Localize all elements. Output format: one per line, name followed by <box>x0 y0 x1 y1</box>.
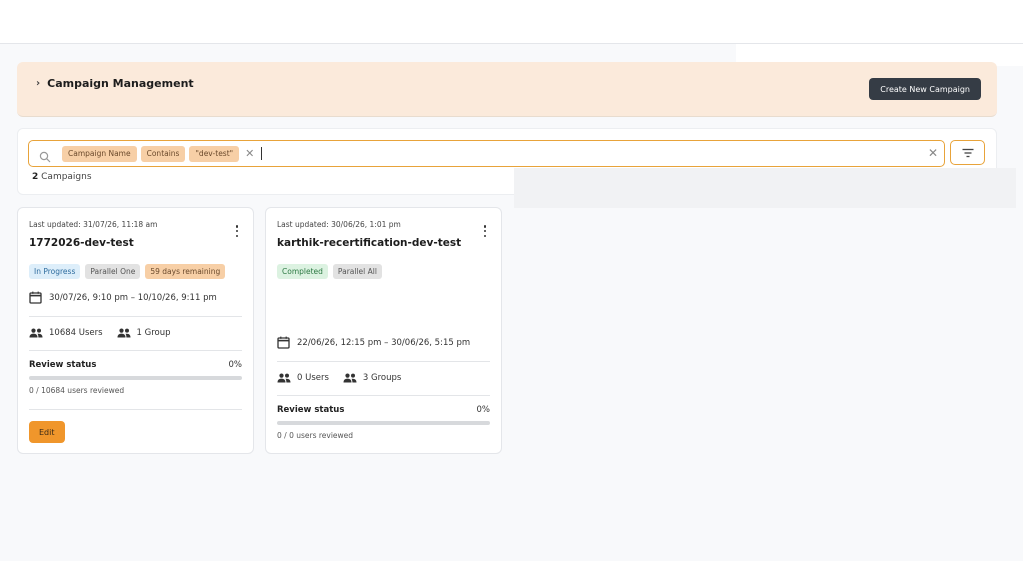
mode-badge: Parallel One <box>85 264 141 279</box>
page-title-group[interactable]: › Campaign Management <box>36 77 194 90</box>
filter-icon <box>962 148 973 157</box>
users-count-text: 10684 Users <box>49 328 103 338</box>
divider <box>29 409 242 410</box>
mode-badge: Parallel All <box>332 264 382 279</box>
last-updated: Last updated: 30/06/26, 1:01 pm <box>277 220 401 229</box>
campaign-card[interactable]: Last updated: 31/07/26, 11:18 am 1772026… <box>17 207 254 454</box>
calendar-icon <box>277 336 290 349</box>
users-icon <box>277 373 291 383</box>
last-updated: Last updated: 31/07/26, 11:18 am <box>29 220 158 229</box>
review-status-label: Review status <box>29 360 97 370</box>
date-range-text: 30/07/26, 9:10 pm – 10/10/26, 9:11 pm <box>49 292 217 303</box>
remaining-badge: 59 days remaining <box>145 264 226 279</box>
clear-search-icon[interactable]: ✕ <box>928 146 938 160</box>
more-options-icon[interactable] <box>234 225 240 237</box>
audience-row: 10684 Users 1 Group <box>29 328 185 338</box>
groups-count-text: 3 Groups <box>362 373 402 383</box>
results-count-number: 2 <box>32 172 39 182</box>
groups-icon <box>343 373 357 383</box>
filter-chip-value[interactable]: "dev-test" <box>189 145 240 162</box>
review-progress-bar <box>277 421 490 425</box>
badge-row: Completed Parallel All <box>277 264 382 279</box>
groups-count-text: 1 Group <box>136 328 171 338</box>
divider <box>277 395 490 396</box>
divider <box>29 350 242 351</box>
chevron-right-icon[interactable]: › <box>36 78 40 89</box>
campaign-name: karthik-recertification-dev-test <box>277 237 462 249</box>
page-header: › Campaign Management Create New Campaig… <box>17 62 997 117</box>
divider <box>277 361 490 362</box>
date-range: 22/06/26, 12:15 pm – 30/06/26, 5:15 pm <box>277 336 470 349</box>
results-count-label: Campaigns <box>41 172 92 182</box>
gray-overlay <box>514 168 1016 208</box>
review-percent: 0% <box>476 405 491 415</box>
reviewed-count: 0 / 10684 users reviewed <box>29 386 125 395</box>
review-percent: 0% <box>228 360 243 370</box>
users-icon <box>29 328 43 338</box>
more-options-icon[interactable] <box>482 225 488 237</box>
status-badge: In Progress <box>29 264 81 279</box>
users-count: 0 Users <box>277 373 329 383</box>
filter-button[interactable] <box>950 140 985 165</box>
review-status-label: Review status <box>277 405 345 415</box>
page-title: Campaign Management <box>47 77 194 90</box>
remove-filter-icon[interactable]: ✕ <box>245 147 254 160</box>
create-campaign-button[interactable]: Create New Campaign <box>869 78 981 100</box>
edit-button[interactable]: Edit <box>29 421 65 443</box>
users-count-text: 0 Users <box>297 373 329 383</box>
search-icon <box>39 148 51 162</box>
audience-row: 0 Users 3 Groups <box>277 373 415 383</box>
filter-chip-field[interactable]: Campaign Name <box>62 145 137 162</box>
filter-chip-operator[interactable]: Contains <box>140 145 186 162</box>
groups-count: 3 Groups <box>343 373 401 383</box>
badge-row: In Progress Parallel One 59 days remaini… <box>29 264 226 279</box>
campaign-name: 1772026-dev-test <box>29 237 134 249</box>
status-badge: Completed <box>277 264 328 279</box>
review-progress-bar <box>29 376 242 380</box>
groups-count: 1 Group <box>117 328 171 338</box>
date-range: 30/07/26, 9:10 pm – 10/10/26, 9:11 pm <box>29 291 217 304</box>
search-input[interactable]: Campaign Name Contains "dev-test" ✕ ✕ <box>28 140 945 167</box>
divider <box>29 316 242 317</box>
reviewed-count: 0 / 0 users reviewed <box>277 431 354 440</box>
text-cursor <box>261 147 263 160</box>
users-count: 10684 Users <box>29 328 103 338</box>
groups-icon <box>117 328 131 338</box>
calendar-icon <box>29 291 42 304</box>
date-range-text: 22/06/26, 12:15 pm – 30/06/26, 5:15 pm <box>297 337 471 348</box>
results-count: 2 Campaigns <box>32 172 92 182</box>
campaign-card[interactable]: Last updated: 30/06/26, 1:01 pm karthik-… <box>265 207 502 454</box>
top-bar <box>0 0 1023 44</box>
